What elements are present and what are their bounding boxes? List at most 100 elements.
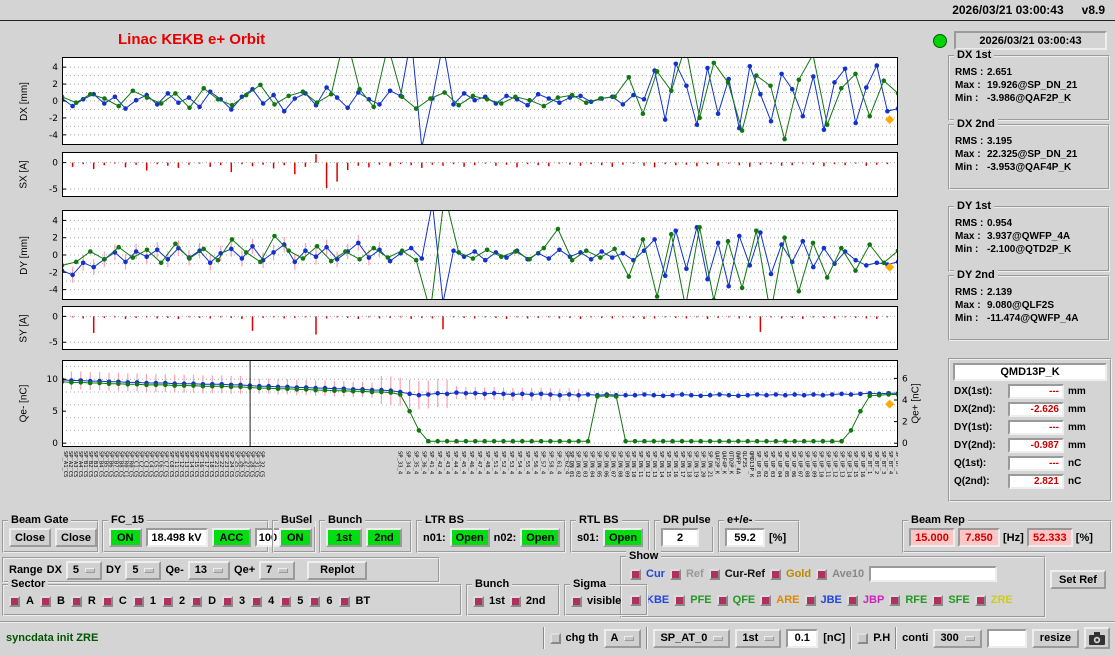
bpm-label: SP_UP_04 (776, 451, 782, 478)
range-dy-select[interactable]: 5 (125, 561, 161, 580)
dr-pulse-field[interactable]: 2 (661, 528, 699, 547)
ph-checkbox[interactable] (857, 633, 868, 644)
blank-entry-field[interactable] (987, 629, 1027, 648)
bpm-label: SP_DN_06 (602, 451, 608, 478)
show-rfe-checkbox[interactable] (889, 595, 900, 606)
resize-button[interactable]: resize (1032, 629, 1079, 648)
header-datetime-version: 2026/03/21 03:00:43v8.9 (952, 3, 1105, 17)
bunch-2nd-button[interactable]: 2nd (366, 528, 402, 547)
range-dx-select[interactable]: 5 (66, 561, 102, 580)
sector-checkbox-d[interactable] (191, 596, 202, 607)
fc15-acc-button[interactable]: ACC (212, 528, 252, 547)
bpm-label: SP_BT_4 (887, 451, 893, 474)
bpm-label: SP_41_4 (428, 451, 434, 474)
bpm-label: SP_UP_08 (804, 451, 810, 478)
beam-gate-close-button-2[interactable]: Close (55, 528, 97, 547)
stat-rms: RMS :2.651 (955, 67, 1108, 78)
stats-group-dx-1st: DX 1st RMS :2.651 Max :19.926@SP_DN_21 M… (948, 55, 1110, 121)
svg-text:0: 0 (52, 439, 58, 449)
show-ref-label: Ref (686, 568, 704, 580)
bpm-label: SP_UP_01 (755, 451, 761, 478)
sector-checkbox-b[interactable] (40, 596, 51, 607)
monitor-name-field[interactable]: QMD13P_K (953, 363, 1107, 381)
range-dx-label: DX (47, 564, 62, 576)
bpm-label: SP_UP_14 (845, 451, 851, 478)
sector-checkbox-3[interactable] (222, 596, 233, 607)
ltr-n02-open-button[interactable]: Open (520, 528, 560, 547)
sp-at-select[interactable]: SP_AT_0 (653, 629, 730, 648)
sector-checkbox-2[interactable] (162, 596, 173, 607)
show-zre-checkbox[interactable] (975, 595, 986, 606)
charge-chart: 10506420 (62, 360, 898, 447)
bpm-label: SP_56_4 (532, 451, 538, 474)
status-indicator-light (933, 34, 947, 48)
bpm-label: SP_35_4 (412, 451, 418, 474)
show-ave10-checkbox[interactable] (816, 569, 827, 580)
sector-checkbox-1[interactable] (133, 596, 144, 607)
mode-a-select[interactable]: A (604, 629, 642, 648)
sector-checkbox-4[interactable] (251, 596, 262, 607)
show-qfe-checkbox[interactable] (717, 595, 728, 606)
busel-on-button[interactable]: ON (279, 528, 312, 547)
bunch-1st-button[interactable]: 1st (326, 528, 362, 547)
bunch-checkbox-bar: Bunch 1st 2nd (466, 584, 560, 616)
chg-th-checkbox[interactable] (550, 633, 561, 644)
ltr-n01-open-button[interactable]: Open (450, 528, 490, 547)
screenshot-button[interactable] (1084, 627, 1110, 649)
sector-checkbox-bt[interactable] (339, 596, 350, 607)
show-jbe-checkbox[interactable] (805, 595, 816, 606)
show-ref-checkbox[interactable] (670, 569, 681, 580)
svg-text:-2: -2 (49, 268, 58, 278)
sector-checkbox-5[interactable] (280, 596, 291, 607)
bpm-label: SP_DN_18 (686, 451, 692, 478)
stat-max: Max :19.926@SP_DN_21 (955, 80, 1108, 91)
sector-checkbox-c[interactable] (102, 596, 113, 607)
conti-label: conti (902, 632, 928, 644)
separator (850, 627, 852, 649)
bpm-label: QWFP_4A (734, 451, 740, 474)
show-sfe-checkbox[interactable] (932, 595, 943, 606)
beam-gate-group: Beam Gate Close Close (2, 520, 99, 553)
sy-axis-label: SY [A] (16, 306, 32, 350)
threshold-field[interactable]: 0.1 (786, 629, 818, 648)
bpm-label: SP_DN_11 (637, 451, 643, 478)
bunch-1st-checkbox[interactable] (473, 596, 484, 607)
bpm-label: SP_DN_13 (651, 451, 657, 478)
sector-checkbox-r[interactable] (71, 596, 82, 607)
eplus-ratio-field[interactable]: 59.2 (725, 528, 765, 547)
beam-gate-close-button-1[interactable]: Close (9, 528, 51, 547)
show-gold-checkbox[interactable] (770, 569, 781, 580)
stats-group-dy-1st: DY 1st RMS :0.954 Max :3.937@QWFP_4A Min… (948, 206, 1110, 272)
show-rfe-label: RFE (905, 594, 927, 606)
svg-text:-4: -4 (49, 131, 58, 141)
show-pfe-checkbox[interactable] (674, 595, 685, 606)
show-jbp-checkbox[interactable] (847, 595, 858, 606)
sigma-visible-checkbox[interactable] (571, 596, 582, 607)
svg-text:10: 10 (47, 375, 59, 385)
fc15-on-button[interactable]: ON (109, 528, 142, 547)
bpm-label: SP_UP_11 (824, 451, 830, 478)
bunch-2nd-checkbox[interactable] (510, 596, 521, 607)
ref-name-field[interactable] (869, 566, 997, 582)
bpm-label: QLF2S (741, 451, 747, 468)
show-zre-label: ZRE (991, 594, 1013, 606)
range-qe-minus-select[interactable]: 13 (188, 561, 230, 580)
option-menu-indicator (713, 636, 723, 641)
bunch-select[interactable]: 1st (735, 629, 781, 648)
bpm-label: SP_BT_3 (880, 451, 886, 474)
dy-orbit-chart: 420-2-4 (62, 210, 898, 300)
show-cur-ref-checkbox[interactable] (709, 569, 720, 580)
stat-min: Min :-2.100@QTD2P_K (955, 244, 1108, 255)
svg-text:0: 0 (52, 251, 58, 261)
bpm-label: QAF4P_K (720, 451, 726, 474)
sector-checkbox-a[interactable] (9, 596, 20, 607)
replot-button[interactable]: Replot (307, 561, 367, 580)
range-qe-plus-select[interactable]: 7 (259, 561, 295, 580)
show-cur-checkbox[interactable] (630, 569, 641, 580)
interval-select[interactable]: 300 (933, 629, 981, 648)
fc15-kv-field[interactable]: 18.498 kV (146, 528, 208, 547)
sector-checkbox-6[interactable] (309, 596, 320, 607)
set-ref-button[interactable]: Set Ref (1050, 570, 1106, 589)
rtl-s01-open-button[interactable]: Open (603, 528, 643, 547)
show-are-checkbox[interactable] (760, 595, 771, 606)
